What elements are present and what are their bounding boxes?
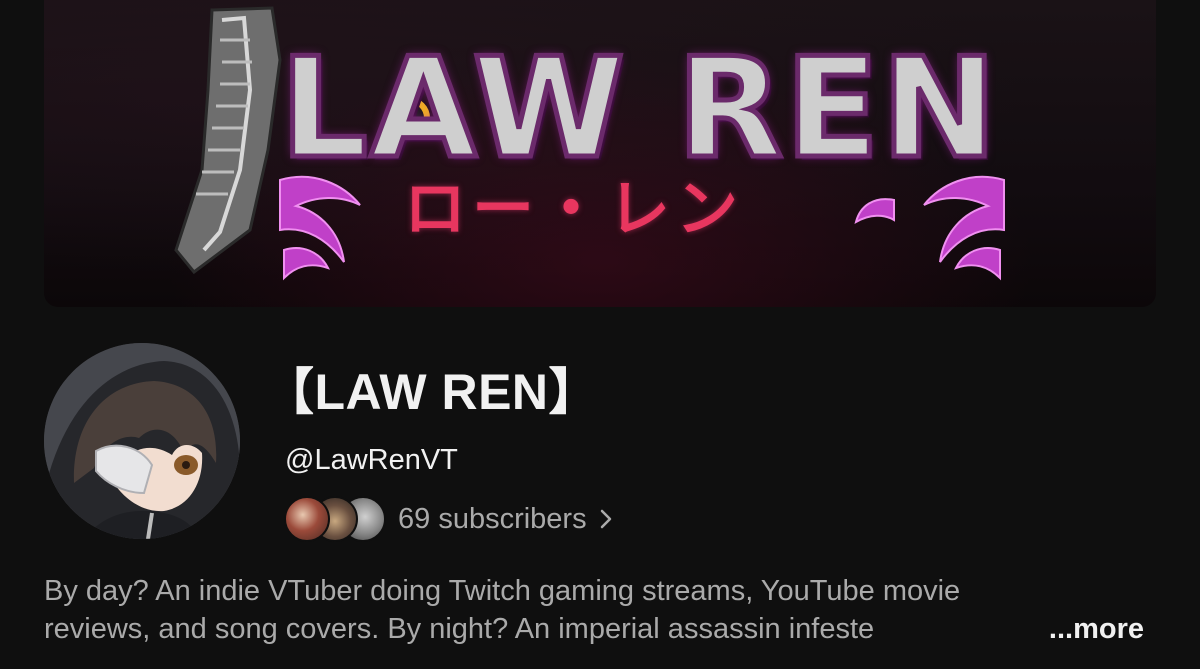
channel-name: 【LAW REN】 [264, 364, 600, 420]
subscribers-row[interactable]: 69 subscribers [284, 495, 613, 543]
subscriber-avatars [284, 496, 388, 542]
flourish-left [279, 175, 361, 281]
flourish-right [854, 175, 1005, 281]
more-button[interactable]: ...more [1044, 610, 1144, 648]
subscriber-avatar [284, 496, 330, 542]
description-line-truncated: reviews, and song covers. By night? An i… [44, 610, 1144, 648]
channel-avatar[interactable] [44, 343, 240, 539]
banner-title: LAW REN [278, 28, 1000, 189]
blade-graphic [174, 6, 282, 275]
avatar-portrait [44, 343, 240, 539]
subscriber-count[interactable]: 69 subscribers [398, 503, 587, 536]
banner-subtitle: ロー・レン [404, 172, 745, 245]
description-fade [944, 610, 1024, 648]
description-line: By day? An indie VTuber doing Twitch gam… [44, 575, 961, 607]
channel-handle: @LawRenVT [285, 444, 458, 476]
channel-banner: LAW REN ロー・レン [44, 0, 1156, 307]
channel-description[interactable]: By day? An indie VTuber doing Twitch gam… [44, 572, 1164, 648]
chevron-right-icon[interactable] [599, 508, 613, 530]
description-line: reviews, and song covers. By night? An i… [44, 613, 875, 645]
